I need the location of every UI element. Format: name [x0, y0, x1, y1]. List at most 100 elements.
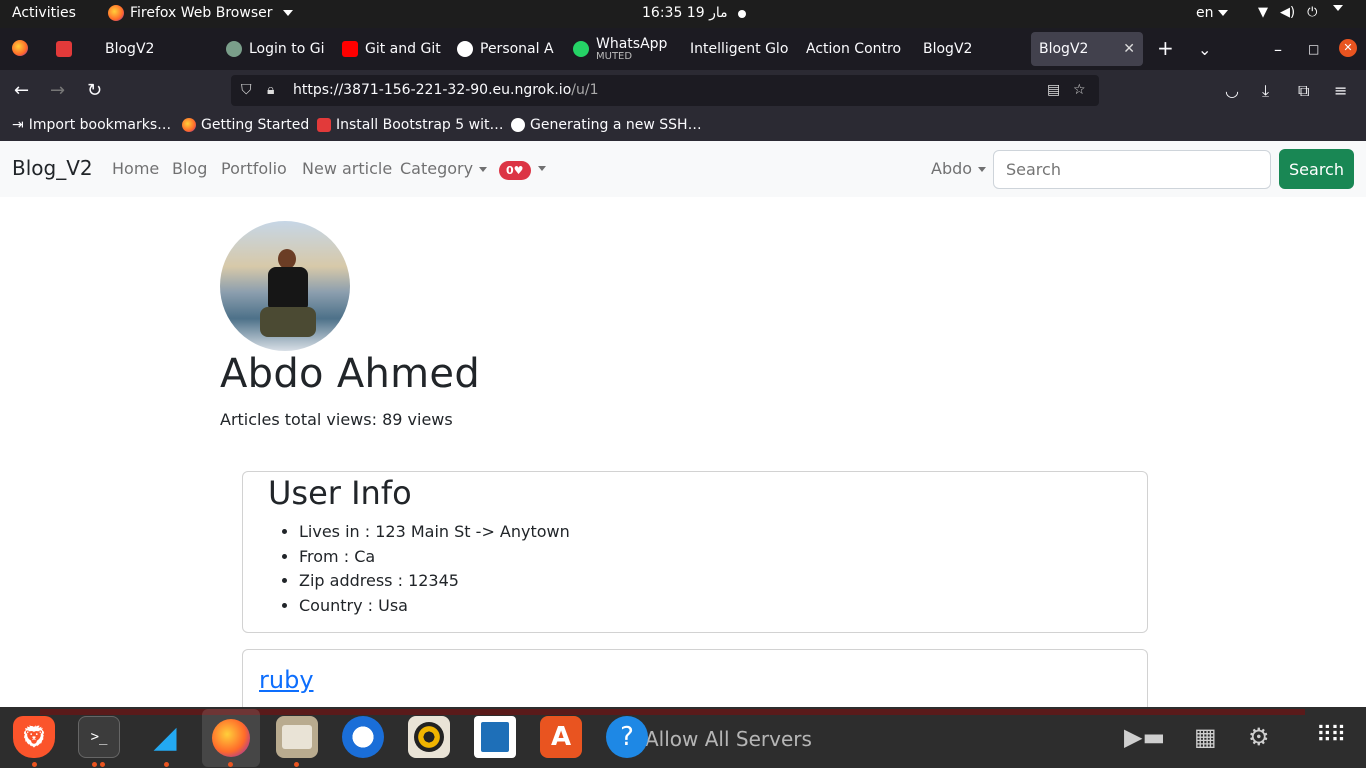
screen-record-icon[interactable]: ▶▬ [1124, 723, 1165, 751]
user-menu-dropdown[interactable]: Abdo [931, 159, 987, 178]
tab-strip: BlogV2 Login to Gi Git and Git Personal … [0, 28, 1366, 70]
pocket-icon[interactable]: ◡ [1225, 81, 1239, 100]
profile-views: Articles total views: 89 views [220, 410, 453, 429]
wifi-icon: ▼ [1258, 5, 1268, 20]
maximize-icon[interactable]: □ [1308, 42, 1319, 56]
nav-portfolio[interactable]: Portfolio [221, 159, 287, 178]
nav-category-dropdown[interactable]: Category [400, 159, 488, 178]
list-tabs-chevron-icon[interactable]: ⌄ [1198, 40, 1211, 59]
url-host: https://3871-156-221-32-90.eu.ngrok.io [293, 82, 572, 98]
lock-icon[interactable]: 🔒︎ [267, 82, 274, 98]
tab-label: BlogV2 [923, 41, 973, 57]
bookmarks-toolbar: ⇥ Import bookmarks… Getting Started Insta… [0, 111, 1366, 141]
reader-view-icon[interactable]: ▤ [1047, 82, 1060, 98]
clock[interactable]: 16:35 19 مار [642, 5, 728, 21]
files-icon[interactable] [276, 716, 318, 758]
settings-gear-icon[interactable]: ⚙ [1248, 723, 1270, 751]
bookmark-bootstrap[interactable]: Install Bootstrap 5 wit… [317, 117, 503, 133]
rhythmbox-icon[interactable] [408, 716, 450, 758]
tab-action-control[interactable]: Action Contro [798, 32, 906, 66]
tab-label: Login to Gi [249, 41, 325, 57]
close-tab-icon[interactable]: ✕ [1123, 41, 1135, 57]
list-item: Lives in : 123 Main St -> Anytown [299, 520, 570, 545]
tab-login-github[interactable]: Login to Gi [218, 32, 326, 66]
help-icon[interactable]: ? [606, 716, 648, 758]
firefox-icon[interactable] [202, 709, 260, 767]
app-center-icon[interactable]: A [540, 716, 582, 758]
site-navbar: Blog_V2 Home Blog Portfolio New article … [0, 141, 1366, 197]
tab-whatsapp[interactable]: WhatsApp MUTED [565, 32, 673, 66]
nav-blog[interactable]: Blog [172, 159, 207, 178]
tab-blogv2-2[interactable]: BlogV2 [915, 32, 1023, 66]
nav-home[interactable]: Home [112, 159, 159, 178]
keyboard-icon[interactable]: ▦ [1194, 723, 1217, 751]
chevron-down-icon [1333, 5, 1344, 11]
bookmark-label: Import bookmarks… [28, 117, 172, 133]
bookmark-label: Getting Started [201, 117, 310, 133]
search-input[interactable] [993, 150, 1271, 189]
forward-arrow-icon[interactable]: → [50, 80, 65, 101]
system-top-bar: Activities Firefox Web Browser 16:35 19 … [0, 0, 1366, 28]
thunderbird-icon[interactable] [342, 716, 384, 758]
menu-icon[interactable]: ≡ [1334, 81, 1347, 100]
language-label: en [1196, 5, 1214, 21]
tab-label: Action Contro [806, 41, 902, 57]
tab-blogv2-active[interactable]: BlogV2 ✕ [1031, 32, 1143, 66]
navigation-toolbar: ← → ↻ ⛉ 🔒︎ https://3871-156-221-32-90.eu… [0, 70, 1366, 111]
firefox-view-icon[interactable] [12, 40, 28, 60]
close-window-icon[interactable]: ✕ [1339, 39, 1357, 57]
chevron-down-icon [282, 10, 293, 16]
extensions-icon[interactable]: ⧉ [1298, 81, 1309, 101]
system-tray[interactable]: ▼ ◀) ⏻ [1258, 5, 1344, 20]
downloads-icon[interactable]: ⤓ [1262, 81, 1269, 101]
tab-blogv2-1[interactable]: BlogV2 [48, 32, 160, 66]
shield-icon[interactable]: ⛉ [241, 82, 252, 98]
github-icon [457, 41, 473, 57]
likes-dropdown-chevron-icon[interactable] [538, 166, 546, 171]
url-text[interactable]: https://3871-156-221-32-90.eu.ngrok.io/u… [293, 82, 598, 98]
likes-badge[interactable]: 0♥ [499, 161, 531, 180]
bookmark-star-icon[interactable]: ☆ [1073, 82, 1086, 98]
favicon-icon [317, 118, 331, 132]
writer-icon[interactable] [474, 716, 516, 758]
site-brand[interactable]: Blog_V2 [12, 156, 93, 180]
tab-personal[interactable]: Personal A [449, 32, 557, 66]
tab-label: Git and Git [365, 41, 441, 57]
tab-label: Intelligent Glo [690, 41, 789, 57]
vscode-icon[interactable]: ◢ [144, 716, 186, 758]
firefox-icon [108, 5, 124, 21]
tab-git-youtube[interactable]: Git and Git [334, 32, 442, 66]
firefox-icon [182, 118, 196, 132]
chevron-down-icon [978, 167, 987, 172]
reload-icon[interactable]: ↻ [87, 80, 102, 101]
post-title-link[interactable]: ruby [259, 666, 314, 694]
tab-label: Personal A [480, 41, 554, 57]
bookmark-label: Generating a new SSH… [530, 117, 702, 133]
user-info-list: Lives in : 123 Main St -> Anytown From :… [299, 520, 570, 619]
chatgpt-icon [226, 41, 242, 57]
bookmark-getting-started[interactable]: Getting Started [182, 117, 309, 133]
chevron-down-icon [1217, 10, 1228, 16]
activities-button[interactable]: Activities [12, 5, 76, 21]
app-grid-icon[interactable]: ⠿⠿ [1316, 723, 1346, 748]
brave-icon[interactable]: 🦁︎ [13, 716, 55, 758]
new-tab-icon[interactable]: + [1157, 36, 1174, 60]
whatsapp-icon [573, 41, 589, 57]
nav-category-label: Category [400, 159, 474, 178]
url-bar[interactable]: ⛉ 🔒︎ https://3871-156-221-32-90.eu.ngrok… [231, 75, 1099, 106]
profile-name: Abdo Ahmed [220, 351, 481, 397]
nav-new-article[interactable]: New article [302, 159, 392, 178]
language-indicator[interactable]: en [1196, 5, 1228, 21]
minimize-icon[interactable]: – [1274, 40, 1282, 59]
tab-label: BlogV2 [1039, 41, 1089, 57]
dock-ghost-text: Allow All Servers [645, 727, 812, 751]
youtube-icon [342, 41, 358, 57]
bookmark-import[interactable]: ⇥ Import bookmarks… [12, 117, 171, 133]
terminal-icon[interactable]: >_ [78, 716, 120, 758]
search-button[interactable]: Search [1279, 149, 1354, 189]
back-arrow-icon[interactable]: ← [14, 80, 29, 101]
app-menu[interactable]: Firefox Web Browser [108, 5, 293, 21]
bookmark-ssh[interactable]: Generating a new SSH… [511, 117, 702, 133]
tab-label: WhatsApp [596, 35, 668, 52]
tab-intelligent[interactable]: Intelligent Glo [682, 32, 790, 66]
